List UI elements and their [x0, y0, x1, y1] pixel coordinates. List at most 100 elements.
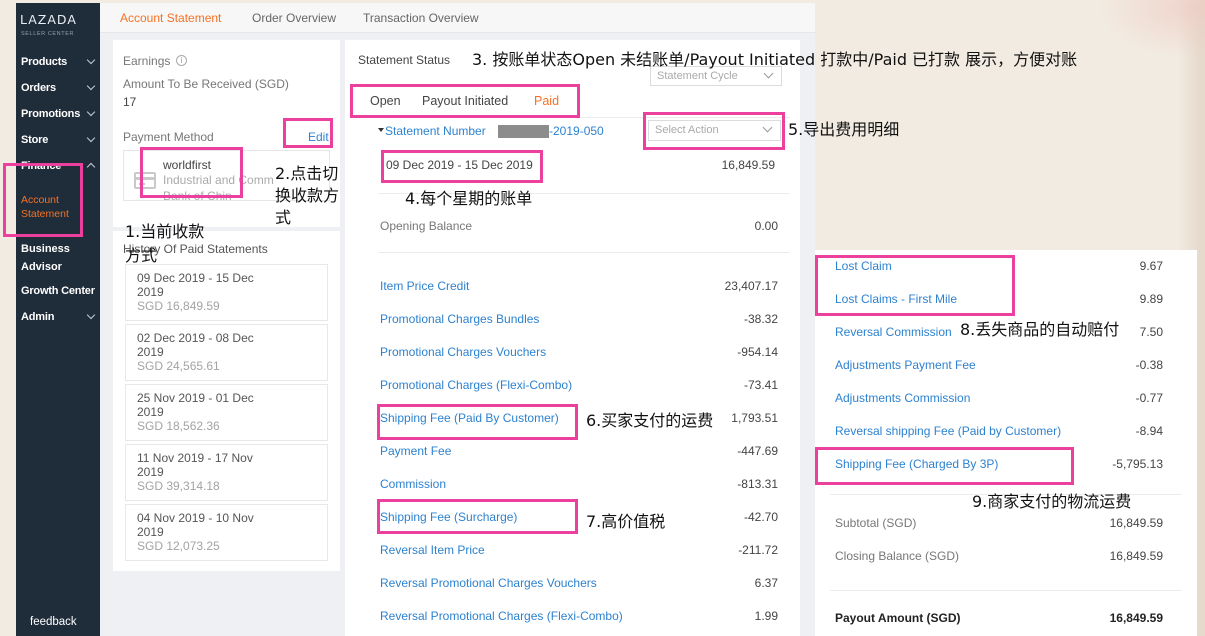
statement-row-value: -447.69 [737, 444, 778, 458]
statement-row-value: -954.14 [737, 345, 778, 359]
sidebar-item-orders[interactable]: Orders [21, 81, 56, 95]
annotation-note-2: 2.点击切 [275, 164, 339, 183]
history-item-range: 25 Nov 2019 - 01 Dec [137, 391, 254, 405]
breakdown-row-value: 7.50 [1139, 325, 1163, 339]
subtotal-value: 16,849.59 [1109, 516, 1163, 530]
annotation-note-1: 方式 [125, 246, 158, 265]
statement-row-label[interactable]: Reversal Item Price [380, 542, 485, 558]
logo-subtitle: SELLER CENTER [21, 31, 75, 37]
annotation-box-edit [283, 118, 333, 148]
statement-row-value: -73.41 [743, 378, 778, 392]
lazada-logo[interactable]: LAZADA [20, 12, 77, 27]
history-card: History Of Paid Statements 09 Dec 2019 -… [113, 231, 340, 571]
statement-row-value: 1.99 [754, 609, 778, 623]
history-item-year: 2019 [137, 405, 164, 419]
payout-amount-label: Payout Amount (SGD) [835, 611, 961, 625]
statement-row-label[interactable]: Item Price Credit [380, 278, 469, 294]
annotation-box-payment-method [140, 147, 243, 198]
chevron-down-icon[interactable] [86, 133, 96, 143]
statement-row-label[interactable]: Promotional Charges Bundles [380, 311, 539, 327]
statement-row-value: 6.37 [754, 576, 778, 590]
statement-row-value: -42.70 [743, 510, 778, 524]
annotation-note-3: 3. 按账单状态Open 未结账单/Payout Initiated 打款中/P… [472, 50, 1078, 69]
history-statement-item[interactable]: 09 Dec 2019 - 15 Dec 2019 SGD 16,849.59 [125, 264, 328, 321]
annotation-note-5: 5.导出费用明细 [788, 120, 900, 139]
history-item-range: 02 Dec 2019 - 08 Dec [137, 331, 254, 345]
tab-account-statement[interactable]: Account Statement [120, 11, 221, 25]
feedback-link[interactable]: feedback [30, 616, 77, 628]
statement-row-label[interactable]: Commission [380, 476, 446, 492]
sidebar-item-growth-center[interactable]: Growth Center [21, 284, 95, 298]
amount-value: 17 [123, 95, 137, 109]
breakdown-row-value: 9.67 [1139, 259, 1163, 273]
history-item-year: 2019 [137, 525, 164, 539]
sidebar-item-products[interactable]: Products [21, 55, 67, 69]
history-item-amount: SGD 18,562.36 [137, 419, 220, 433]
statement-row-label[interactable]: Promotional Charges (Flexi-Combo) [380, 377, 572, 393]
earnings-title: Earnings [123, 54, 171, 68]
history-list: 09 Dec 2019 - 15 Dec 2019 SGD 16,849.59 02 … [125, 264, 328, 564]
payout-amount-value: 16,849.59 [1109, 611, 1163, 625]
statement-row-value: -813.31 [737, 477, 778, 491]
payment-method-label: Payment Method [123, 130, 214, 144]
sidebar-item-promotions[interactable]: Promotions [21, 107, 80, 121]
history-item-range: 11 Nov 2019 - 17 Nov [137, 451, 253, 465]
statement-row-value: -38.32 [743, 312, 778, 326]
breakdown-row-label[interactable]: Adjustments Payment Fee [835, 357, 976, 373]
history-item-range: 09 Dec 2019 - 15 Dec [137, 271, 254, 285]
history-item-amount: SGD 16,849.59 [137, 299, 220, 313]
history-statement-item[interactable]: 02 Dec 2019 - 08 Dec 2019 SGD 24,565.61 [125, 324, 328, 381]
breakdown-row-value: -8.94 [1135, 424, 1163, 438]
annotation-box-status-tabs [350, 84, 580, 118]
statement-row-label[interactable]: Payment Fee [380, 443, 451, 459]
history-item-year: 2019 [137, 345, 164, 359]
breakdown-row-label[interactable]: Reversal shipping Fee (Paid by Customer) [835, 423, 1061, 439]
history-item-year: 2019 [137, 465, 164, 479]
statement-row-value: -211.72 [738, 543, 778, 557]
chevron-down-icon[interactable] [86, 55, 96, 65]
annotation-box-account-statement [3, 163, 83, 237]
chevron-down-icon[interactable] [86, 310, 96, 320]
history-item-year: 2019 [137, 285, 164, 299]
breakdown-row-value: -0.38 [1135, 358, 1163, 372]
sidebar-item-store[interactable]: Store [21, 133, 48, 147]
annotation-box-select-action [643, 112, 785, 150]
history-item-range: 04 Nov 2019 - 10 Nov [137, 511, 254, 525]
annotation-box-shipping-surcharge [377, 499, 578, 534]
chevron-up-icon[interactable] [86, 162, 96, 172]
subtotal-label: Subtotal (SGD) [835, 516, 917, 530]
sidebar-item-admin[interactable]: Admin [21, 310, 54, 324]
history-statement-item[interactable]: 11 Nov 2019 - 17 Nov 2019 SGD 39,314.18 [125, 444, 328, 501]
annotation-box-shipping-3p [815, 447, 1074, 485]
annotation-note-9: 9.商家支付的物流运费 [972, 492, 1132, 511]
sidebar-item-business-advisor[interactable]: Business Advisor [21, 240, 91, 276]
annotation-note-4: 4.每个星期的账单 [405, 189, 533, 208]
annotation-note-8: 8.丢失商品的自动赔付 [960, 320, 1120, 339]
annotation-box-shipping-paid-by-customer [377, 404, 578, 440]
tab-transaction-overview[interactable]: Transaction Overview [363, 11, 479, 25]
annotation-note-6: 6.买家支付的运费 [586, 411, 714, 430]
breakdown-row-value: -5,795.13 [1112, 457, 1163, 471]
amount-label: Amount To Be Received (SGD) [123, 77, 289, 91]
breakdown-row-value: -0.77 [1135, 391, 1163, 405]
info-icon[interactable]: i [176, 55, 187, 66]
statement-row-label[interactable]: Reversal Promotional Charges Vouchers [380, 575, 597, 591]
statement-row-value: 23,407.17 [724, 279, 778, 293]
statement-row-label[interactable]: Reversal Promotional Charges (Flexi-Comb… [380, 608, 623, 624]
breakdown-row-label[interactable]: Adjustments Commission [835, 390, 970, 406]
chevron-down-icon[interactable] [86, 107, 96, 117]
chevron-down-icon[interactable] [86, 81, 96, 91]
top-tabs: Account Statement Order Overview Transac… [100, 3, 815, 33]
annotation-box-period [381, 150, 543, 183]
history-item-amount: SGD 39,314.18 [137, 479, 220, 493]
history-statement-item[interactable]: 25 Nov 2019 - 01 Dec 2019 SGD 18,562.36 [125, 384, 328, 441]
breakdown-row-label[interactable]: Reversal Commission [835, 324, 952, 340]
annotation-box-lost-claims [815, 255, 1015, 316]
history-item-amount: SGD 12,073.25 [137, 539, 220, 553]
section-divider [830, 590, 1182, 591]
breakdown-row-value: 9.89 [1139, 292, 1163, 306]
annotation-note-2: 式 [275, 208, 292, 227]
tab-order-overview[interactable]: Order Overview [252, 11, 336, 25]
history-statement-item[interactable]: 04 Nov 2019 - 10 Nov 2019 SGD 12,073.25 [125, 504, 328, 561]
statement-row-label[interactable]: Promotional Charges Vouchers [380, 344, 546, 360]
